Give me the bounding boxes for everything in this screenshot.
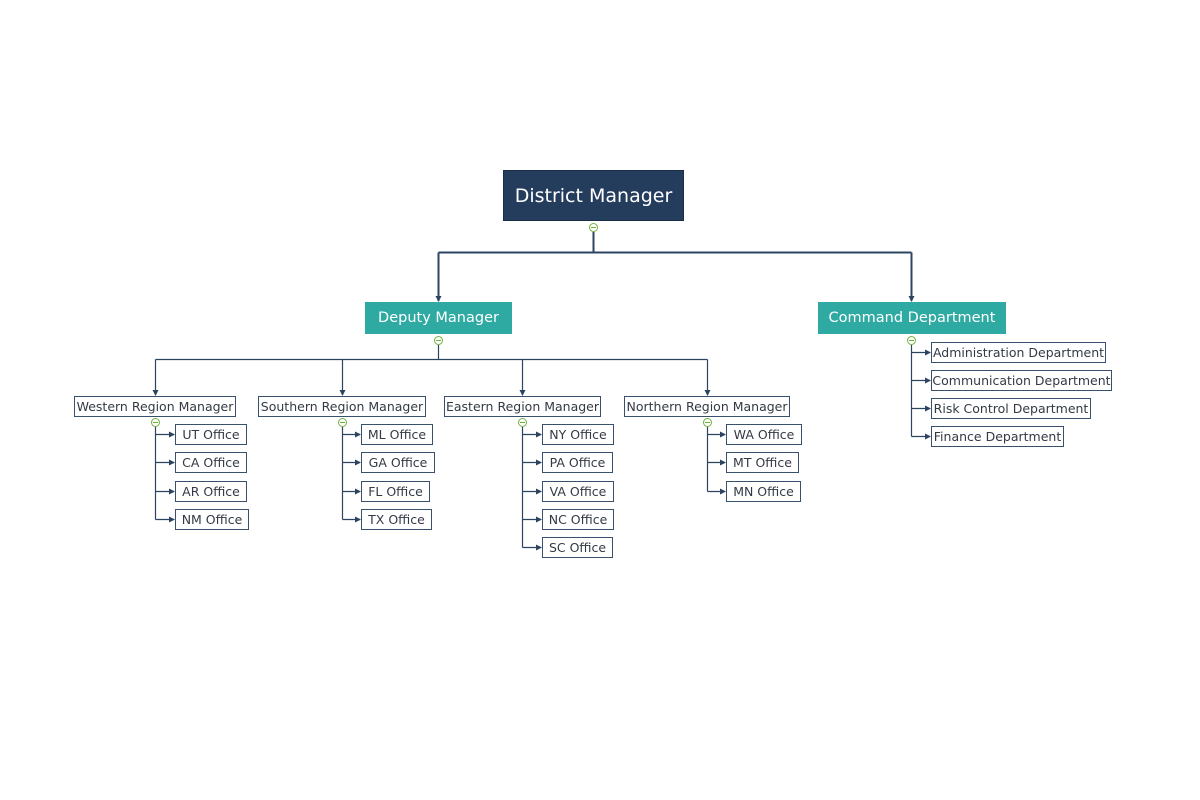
node-northern-region-manager[interactable]: Northern Region Manager	[624, 396, 790, 417]
node-wa-office[interactable]: WA Office	[726, 424, 802, 445]
collapse-toggle-icon[interactable]	[703, 418, 712, 427]
node-tx-office[interactable]: TX Office	[361, 509, 432, 530]
node-communication-department[interactable]: Communication Department	[931, 370, 1112, 391]
node-finance-department[interactable]: Finance Department	[931, 426, 1064, 447]
node-eastern-region-manager[interactable]: Eastern Region Manager	[444, 396, 601, 417]
collapse-toggle-icon[interactable]	[338, 418, 347, 427]
node-va-office[interactable]: VA Office	[542, 481, 614, 502]
node-ny-office[interactable]: NY Office	[542, 424, 614, 445]
node-mn-office[interactable]: MN Office	[726, 481, 801, 502]
node-pa-office[interactable]: PA Office	[542, 452, 613, 473]
node-mt-office[interactable]: MT Office	[726, 452, 799, 473]
node-ut-office[interactable]: UT Office	[175, 424, 247, 445]
node-ca-office[interactable]: CA Office	[175, 452, 247, 473]
node-southern-region-manager[interactable]: Southern Region Manager	[258, 396, 426, 417]
node-district-manager[interactable]: District Manager	[503, 170, 684, 221]
node-deputy-manager[interactable]: Deputy Manager	[365, 302, 512, 334]
collapse-toggle-icon[interactable]	[434, 336, 443, 345]
collapse-toggle-icon[interactable]	[589, 223, 598, 232]
node-western-region-manager[interactable]: Western Region Manager	[74, 396, 236, 417]
node-command-department[interactable]: Command Department	[818, 302, 1006, 334]
node-ml-office[interactable]: ML Office	[361, 424, 433, 445]
node-sc-office[interactable]: SC Office	[542, 537, 613, 558]
collapse-toggle-icon[interactable]	[151, 418, 160, 427]
node-administration-department[interactable]: Administration Department	[931, 342, 1106, 363]
node-fl-office[interactable]: FL Office	[361, 481, 430, 502]
node-ar-office[interactable]: AR Office	[175, 481, 247, 502]
collapse-toggle-icon[interactable]	[907, 336, 916, 345]
node-nc-office[interactable]: NC Office	[542, 509, 614, 530]
node-risk-control-department[interactable]: Risk Control Department	[931, 398, 1091, 419]
node-nm-office[interactable]: NM Office	[175, 509, 249, 530]
node-ga-office[interactable]: GA Office	[361, 452, 435, 473]
org-chart-canvas: District Manager Deputy Manager Command …	[0, 0, 1200, 800]
collapse-toggle-icon[interactable]	[518, 418, 527, 427]
